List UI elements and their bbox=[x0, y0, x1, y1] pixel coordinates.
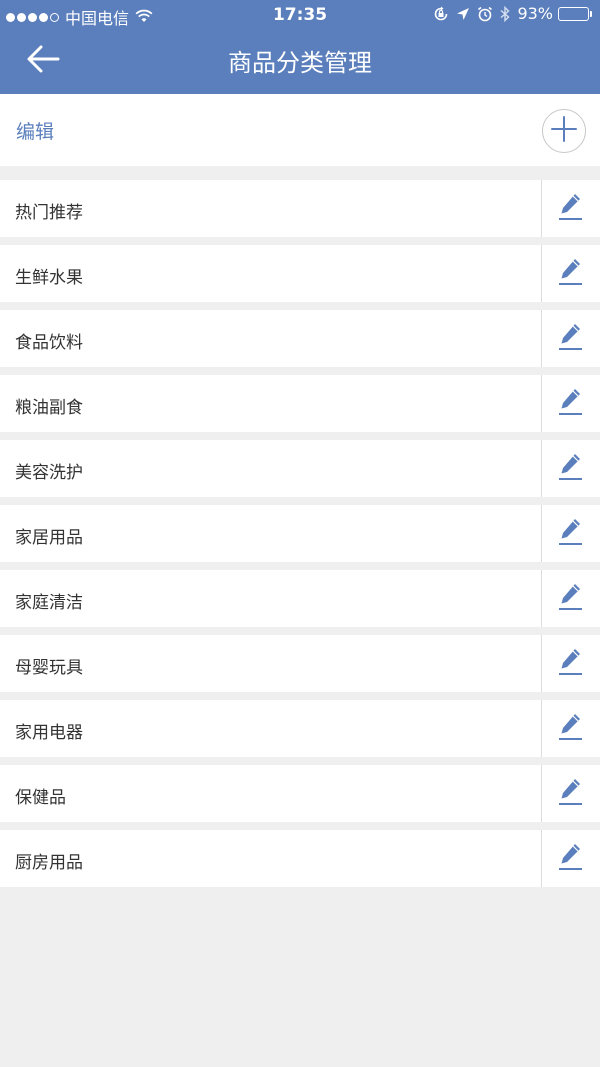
alarm-icon bbox=[477, 6, 493, 22]
add-category-button[interactable] bbox=[542, 109, 586, 153]
edit-category-button[interactable] bbox=[552, 645, 590, 683]
category-row[interactable]: 母婴玩具 bbox=[0, 635, 600, 692]
row-divider bbox=[541, 700, 542, 757]
category-label: 厨房用品 bbox=[15, 853, 83, 873]
category-row[interactable]: 家居用品 bbox=[0, 505, 600, 562]
row-divider bbox=[541, 310, 542, 367]
app-header: 中国电信 17:35 93% 商品分类管理 bbox=[0, 0, 600, 94]
edit-category-button[interactable] bbox=[552, 775, 590, 813]
category-label: 热门推荐 bbox=[15, 203, 83, 223]
edit-button[interactable]: 编辑 bbox=[16, 117, 54, 144]
row-divider bbox=[541, 505, 542, 562]
row-divider bbox=[541, 440, 542, 497]
edit-category-button[interactable] bbox=[552, 710, 590, 748]
category-row[interactable]: 食品饮料 bbox=[0, 310, 600, 367]
battery-percent: 93% bbox=[517, 4, 553, 23]
row-divider bbox=[541, 245, 542, 302]
pencil-icon bbox=[558, 192, 584, 226]
row-divider bbox=[541, 375, 542, 432]
row-divider bbox=[541, 830, 542, 887]
row-divider bbox=[541, 635, 542, 692]
category-label: 食品饮料 bbox=[15, 333, 83, 353]
edit-category-button[interactable] bbox=[552, 385, 590, 423]
pencil-icon bbox=[558, 842, 584, 876]
pencil-icon bbox=[558, 322, 584, 356]
category-row[interactable]: 美容洗护 bbox=[0, 440, 600, 497]
bluetooth-icon bbox=[500, 5, 510, 22]
battery-icon bbox=[558, 6, 592, 21]
category-row[interactable]: 粮油副食 bbox=[0, 375, 600, 432]
pencil-icon bbox=[558, 712, 584, 746]
category-row[interactable]: 家用电器 bbox=[0, 700, 600, 757]
category-row[interactable]: 热门推荐 bbox=[0, 180, 600, 237]
status-bar: 中国电信 17:35 93% bbox=[0, 0, 600, 32]
pencil-icon bbox=[558, 777, 584, 811]
row-divider bbox=[541, 765, 542, 822]
category-row[interactable]: 厨房用品 bbox=[0, 830, 600, 887]
category-label: 家用电器 bbox=[15, 723, 83, 743]
category-label: 家居用品 bbox=[15, 528, 83, 548]
edit-category-button[interactable] bbox=[552, 190, 590, 228]
pencil-icon bbox=[558, 387, 584, 421]
edit-category-button[interactable] bbox=[552, 840, 590, 878]
edit-category-button[interactable] bbox=[552, 320, 590, 358]
row-divider bbox=[541, 180, 542, 237]
row-divider bbox=[541, 570, 542, 627]
edit-toolbar: 编辑 bbox=[0, 94, 600, 166]
category-row[interactable]: 家庭清洁 bbox=[0, 570, 600, 627]
page-title: 商品分类管理 bbox=[228, 49, 372, 77]
edit-category-button[interactable] bbox=[552, 515, 590, 553]
edit-category-button[interactable] bbox=[552, 255, 590, 293]
plus-icon bbox=[551, 116, 577, 146]
category-label: 生鲜水果 bbox=[15, 268, 83, 288]
location-icon bbox=[456, 7, 470, 21]
category-row[interactable]: 保健品 bbox=[0, 765, 600, 822]
pencil-icon bbox=[558, 257, 584, 291]
edit-category-button[interactable] bbox=[552, 580, 590, 618]
category-label: 美容洗护 bbox=[15, 463, 83, 483]
pencil-icon bbox=[558, 582, 584, 616]
pencil-icon bbox=[558, 517, 584, 551]
category-label: 保健品 bbox=[15, 788, 66, 808]
pencil-icon bbox=[558, 647, 584, 681]
category-label: 母婴玩具 bbox=[15, 658, 83, 678]
category-label: 粮油副食 bbox=[15, 398, 83, 418]
category-list: 热门推荐 生鲜水果 食品饮料 粮油副食 美容洗护 家居用品 家庭清洁 母婴玩具 … bbox=[0, 180, 600, 895]
category-row[interactable]: 生鲜水果 bbox=[0, 245, 600, 302]
pencil-icon bbox=[558, 452, 584, 486]
edit-category-button[interactable] bbox=[552, 450, 590, 488]
orientation-lock-icon bbox=[433, 6, 449, 22]
category-label: 家庭清洁 bbox=[15, 593, 83, 613]
